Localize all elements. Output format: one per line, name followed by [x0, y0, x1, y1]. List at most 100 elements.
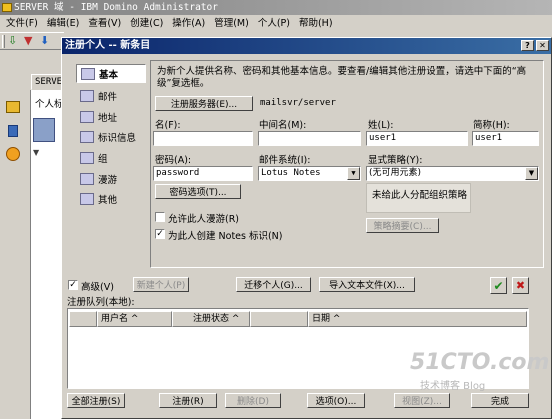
- allow-roaming-checkbox[interactable]: [155, 212, 165, 222]
- nav-item-roaming[interactable]: 漫游: [76, 169, 146, 188]
- close-button[interactable]: ✕: [536, 40, 549, 51]
- nav-label-roaming: 漫游: [98, 174, 118, 186]
- mail-system-select[interactable]: Lotus Notes ▼: [258, 166, 361, 181]
- server-icon[interactable]: [8, 125, 18, 137]
- tree-expand-icon[interactable]: ▼: [33, 148, 39, 157]
- explicit-policy-select[interactable]: (无可用元素) ▼: [366, 166, 539, 181]
- queue-column-username[interactable]: 用户名 ^: [97, 311, 172, 327]
- other-icon: [80, 192, 94, 205]
- policy-summary-button[interactable]: 策略摘要(C)...: [366, 218, 439, 233]
- nav-item-address[interactable]: 地址: [76, 107, 146, 126]
- password-options-button[interactable]: 密码选项(T)...: [155, 184, 241, 199]
- policy-note: 未给此人分配组织策略: [372, 190, 468, 201]
- app-icon: [2, 3, 12, 12]
- queue-column-date-label[interactable]: 日期 ^: [308, 311, 527, 327]
- window-title: SERVER 域 - IBM Domino Administrator: [14, 2, 218, 13]
- menu-item-actions[interactable]: 操作(A): [172, 18, 205, 29]
- register-server-button[interactable]: 注册服务器(E)...: [155, 96, 253, 111]
- create-notes-id-checkbox[interactable]: ✓: [155, 229, 165, 239]
- background-left-pane: SERVE 个人标 ▼: [0, 51, 64, 419]
- delete-button[interactable]: 删除(D): [225, 393, 281, 408]
- register-all-button[interactable]: 全部注册(S): [67, 393, 125, 408]
- nav-label-other: 其他: [98, 194, 118, 206]
- person-icon: [81, 67, 95, 80]
- nav-item-id-info[interactable]: 标识信息: [76, 127, 146, 146]
- registration-queue-label: 注册队列(本地):: [67, 297, 135, 308]
- password-input[interactable]: password: [153, 166, 253, 181]
- roaming-icon: [80, 172, 94, 185]
- nav-label-mail: 邮件: [98, 91, 118, 103]
- folder-icon[interactable]: [6, 101, 20, 113]
- nav-label-basics: 基本: [99, 69, 119, 81]
- mail-icon: [80, 89, 94, 102]
- password-label: 密码(A):: [155, 155, 192, 166]
- download-icon[interactable]: ⇩: [8, 35, 20, 47]
- address-icon: [80, 110, 94, 123]
- cancel-entry-button[interactable]: ✖: [512, 277, 529, 294]
- last-name-label: 姓(L):: [368, 120, 394, 131]
- migrate-people-button[interactable]: 迁移个人(G)...: [236, 277, 311, 292]
- menu-item-create[interactable]: 创建(C): [130, 18, 163, 29]
- chevron-down-icon[interactable]: ▼: [525, 167, 538, 180]
- group-icon: [80, 151, 94, 164]
- menu-item-administration[interactable]: 管理(M): [214, 18, 249, 29]
- toolbar-grip: [2, 35, 5, 48]
- dialog-titlebar[interactable]: 注册个人 -- 新条目 ? ✕: [62, 38, 551, 54]
- menu-bar: 文件(F) 编辑(E) 查看(V) 创建(C) 操作(A) 管理(M) 个人(P) 帮助(H): [0, 15, 552, 32]
- short-name-input[interactable]: user1: [472, 131, 539, 146]
- middle-name-label: 中间名(M):: [259, 120, 307, 131]
- person-tree-icon[interactable]: [33, 118, 55, 142]
- server-value: mailsvr/server: [260, 98, 336, 108]
- queue-column-date[interactable]: [250, 311, 308, 327]
- nav-item-basics[interactable]: 基本: [76, 64, 146, 83]
- mail-system-value: Lotus Notes: [261, 168, 321, 178]
- filter-icon[interactable]: ▼: [24, 35, 36, 47]
- nav-item-mail[interactable]: 邮件: [76, 86, 146, 105]
- queue-column-status[interactable]: 注册状态 ^: [172, 311, 250, 327]
- policy-note-box: 未给此人分配组织策略: [366, 183, 471, 213]
- chevron-down-icon[interactable]: ▼: [347, 167, 360, 180]
- nav-item-other[interactable]: 其他: [76, 189, 146, 208]
- options-button[interactable]: 选项(O)...: [307, 393, 365, 408]
- explicit-policy-value: (无可用元素): [369, 168, 422, 178]
- mail-system-label: 邮件系统(I):: [259, 155, 311, 166]
- column-header-status: 注册状态 ^: [193, 314, 240, 324]
- menu-item-people[interactable]: 个人(P): [258, 18, 290, 29]
- confirm-button[interactable]: ✔: [490, 277, 507, 294]
- import-text-file-button[interactable]: 导入文本文件(X)...: [319, 277, 415, 292]
- id-info-icon: [80, 130, 94, 143]
- menu-item-help[interactable]: 帮助(H): [299, 18, 333, 29]
- toolbar: ⇩ ▼ ⬇: [0, 32, 64, 50]
- watermark-logo: 51CTO.com: [410, 350, 550, 375]
- menu-item-file[interactable]: 文件(F): [6, 18, 38, 29]
- last-name-input[interactable]: user1: [366, 131, 468, 146]
- first-name-label: 名(F):: [155, 120, 181, 131]
- queue-column-blank[interactable]: [69, 311, 97, 327]
- first-name-input[interactable]: [153, 131, 253, 146]
- middle-name-input[interactable]: [258, 131, 361, 146]
- background-panel-text: 个人标: [35, 99, 64, 110]
- column-header-username: 用户名 ^: [101, 314, 139, 324]
- background-tab[interactable]: SERVE: [31, 74, 62, 90]
- checkmark-icon: ✔: [493, 278, 504, 293]
- menu-item-view[interactable]: 查看(V): [88, 18, 121, 29]
- short-name-label: 简称(H):: [473, 120, 510, 131]
- info-text: 为新个人提供名称、密码和其他基本信息。要查看/编辑其他注册设置，请选中下面的“高…: [157, 66, 527, 89]
- nav-label-address: 地址: [98, 112, 118, 124]
- explicit-policy-label: 显式策略(Y):: [368, 155, 423, 166]
- register-button[interactable]: 注册(R): [159, 393, 217, 408]
- nav-item-groups[interactable]: 组: [76, 148, 146, 167]
- create-notes-id-label[interactable]: 为此人创建 Notes 标识(N): [168, 228, 283, 242]
- arrow-icon[interactable]: ⬇: [40, 35, 52, 47]
- advanced-label[interactable]: 高级(V): [81, 279, 114, 293]
- done-button[interactable]: 完成: [471, 393, 529, 408]
- view-button[interactable]: 视图(Z)...: [394, 393, 450, 408]
- people-icon[interactable]: [6, 147, 20, 161]
- help-button[interactable]: ?: [521, 40, 534, 51]
- nav-icons-column: [0, 91, 28, 191]
- allow-roaming-label[interactable]: 允许此人漫游(R): [168, 211, 239, 225]
- new-person-button[interactable]: 新建个人(P): [133, 277, 189, 292]
- main-titlebar[interactable]: SERVER 域 - IBM Domino Administrator: [0, 0, 552, 15]
- menu-item-edit[interactable]: 编辑(E): [47, 18, 79, 29]
- advanced-checkbox[interactable]: ✓: [68, 280, 78, 290]
